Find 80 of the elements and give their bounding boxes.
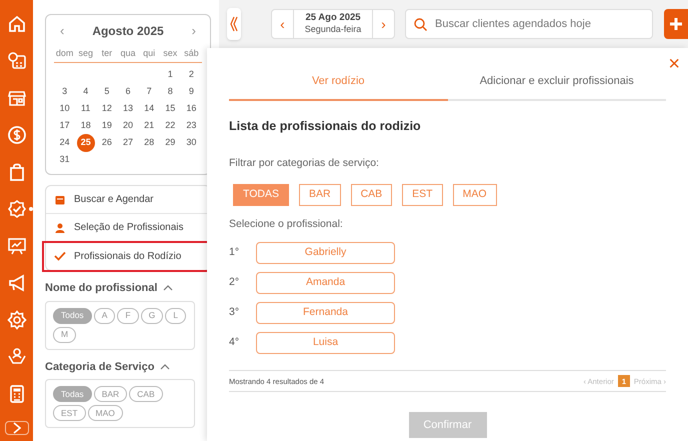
calendar-day[interactable]: 1 [168, 68, 173, 82]
calendar-day[interactable]: 14 [144, 102, 154, 116]
select-label: Selecione o profissional: [229, 216, 344, 232]
calendar-day[interactable]: 7 [146, 84, 152, 98]
previous-day-button[interactable]: ‹ [272, 10, 294, 38]
collapse-button[interactable] [227, 8, 241, 40]
menu-item[interactable]: Profissionais do Rodízio [74, 248, 182, 264]
calendar-day[interactable]: 28 [144, 136, 154, 150]
calendar-day[interactable]: 17 [60, 118, 70, 132]
month-title: Agosto 2025 [92, 22, 164, 40]
calendar-day[interactable]: 27 [122, 136, 133, 150]
weekday-label: Segunda-feira [304, 24, 362, 36]
tab[interactable]: Adicionar e excluir profissionais [448, 64, 666, 101]
megaphone-icon[interactable] [6, 273, 26, 293]
chevron-up-icon[interactable] [163, 285, 174, 292]
calendar-day[interactable]: 18 [80, 118, 91, 132]
weekday-label: dom [54, 46, 74, 60]
rank-label: 1° [229, 245, 240, 260]
rank-label: 4° [229, 335, 240, 350]
weekday-label: qui [142, 46, 156, 60]
calendar-day[interactable]: 21 [144, 118, 154, 132]
double-chevron-left-icon [230, 16, 238, 32]
menu-item[interactable]: Seleção de Profissionais [74, 220, 184, 235]
chevron-right-icon [12, 422, 20, 434]
calendar-day[interactable]: 13 [122, 102, 133, 116]
search-field[interactable]: Buscar clientes agendados hoje [405, 9, 653, 39]
calendar-day[interactable]: 5 [104, 84, 110, 98]
calendar-day[interactable]: 12 [102, 102, 112, 116]
calendar-day[interactable]: 15 [165, 102, 176, 116]
search-icon [414, 18, 427, 30]
person-icon [55, 222, 65, 232]
expand-button[interactable] [4, 421, 28, 435]
hands-person-icon[interactable] [6, 347, 26, 367]
close-button[interactable]: × [668, 54, 680, 74]
calendar-day[interactable]: 26 [102, 136, 112, 150]
settings-icon[interactable] [6, 310, 26, 330]
calendar-day[interactable]: 31 [60, 152, 70, 166]
chevron-up-icon[interactable] [160, 364, 170, 370]
calendar-day[interactable]: 4 [83, 84, 88, 98]
filter-label: Filtrar por categorias de serviço: [229, 156, 380, 171]
weekday-label: sex [162, 46, 178, 60]
plus-icon [669, 17, 683, 31]
checkmark-icon [54, 251, 66, 261]
calendar-day[interactable]: 3 [62, 84, 68, 98]
weekday-label: seg [77, 46, 94, 60]
add-button[interactable] [664, 9, 688, 39]
calendar-day[interactable]: 23 [186, 118, 196, 132]
rank-label: 2° [229, 275, 240, 290]
calendar-day[interactable]: 29 [165, 136, 176, 150]
weekday-label: sáb [183, 46, 200, 60]
badge-check-icon[interactable] [6, 199, 26, 219]
weekday-label: ter [100, 46, 114, 60]
menu-item[interactable]: Buscar e Agendar [74, 192, 154, 207]
presentation-chart-icon[interactable] [6, 236, 26, 256]
calendar-day[interactable]: 25 [76, 134, 95, 152]
calendar-day[interactable]: 24 [60, 136, 70, 150]
calendar-day[interactable]: 10 [60, 102, 70, 116]
calendar-day[interactable]: 8 [168, 84, 173, 98]
calendar-day[interactable]: 30 [186, 136, 196, 150]
section-title: Categoria de Serviço [45, 360, 154, 374]
section-title: Nome do profissional [45, 281, 158, 296]
rank-label: 3° [229, 305, 240, 320]
calendar-day[interactable]: 6 [125, 84, 130, 98]
calendar-day[interactable]: 16 [186, 102, 196, 116]
calendar-day[interactable]: 20 [122, 118, 133, 132]
store-icon[interactable] [6, 88, 26, 108]
search-input[interactable]: Buscar clientes agendados hoje [435, 16, 644, 32]
calendar-day[interactable]: 9 [188, 84, 194, 98]
calendar-clock-icon[interactable] [6, 51, 26, 71]
weekday-label: qua [119, 46, 136, 60]
dollar-icon[interactable] [6, 125, 26, 145]
calendar-day[interactable]: 2 [188, 68, 194, 82]
calendar-day[interactable]: 11 [81, 102, 90, 116]
calendar-day[interactable]: 19 [102, 118, 112, 132]
home-icon[interactable] [6, 14, 26, 34]
date-label: 25 Ago 2025 [305, 12, 361, 24]
calendar-icon [55, 194, 65, 204]
panel-title: Lista de profissionais do rodizio [229, 118, 422, 135]
next-day-button[interactable]: › [372, 10, 394, 38]
calendar-day[interactable]: 22 [165, 118, 176, 132]
